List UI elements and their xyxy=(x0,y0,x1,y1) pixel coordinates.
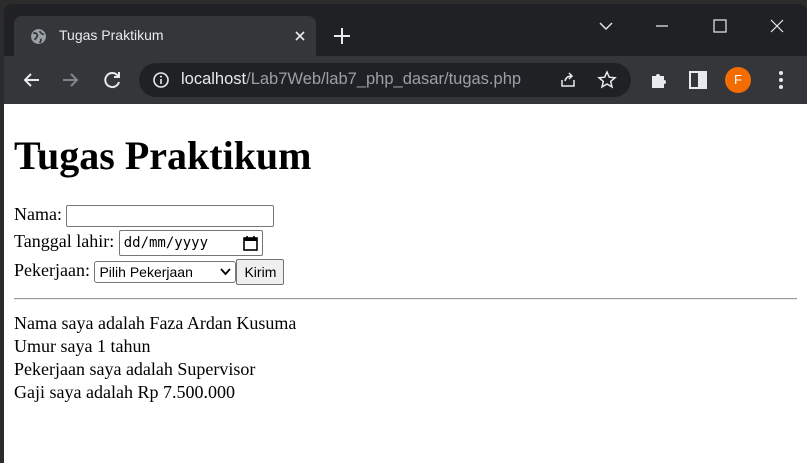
calendar-icon[interactable] xyxy=(242,235,258,251)
url-host: localhost xyxy=(181,70,247,88)
chevron-down-icon[interactable] xyxy=(588,8,624,44)
url-text: localhost/Lab7Web/lab7_php_dasar/tugas.p… xyxy=(181,70,521,89)
chevron-down-icon xyxy=(220,268,232,276)
close-icon[interactable] xyxy=(290,26,310,46)
window-close-icon[interactable] xyxy=(759,8,795,44)
maximize-icon[interactable] xyxy=(702,8,738,44)
tanggal-lahir-input[interactable]: dd/mm/yyyy xyxy=(118,230,263,256)
minimize-icon[interactable] xyxy=(644,8,680,44)
pekerjaan-label: Pekerjaan: xyxy=(14,260,90,281)
page-content: Tugas Praktikum Nama: Tanggal lahir: dd/… xyxy=(4,104,807,463)
url-path: /Lab7Web/lab7_php_dasar/tugas.php xyxy=(246,70,522,88)
tanggal-row: Tanggal lahir: dd/mm/yyyy xyxy=(14,230,263,256)
tab-title: Tugas Praktikum xyxy=(59,27,164,43)
browser-window: Tugas Praktikum localhost/Lab7Web/lab7_p… xyxy=(4,4,807,463)
nama-row: Nama: xyxy=(14,204,275,227)
page-title: Tugas Praktikum xyxy=(14,133,312,178)
address-bar[interactable]: localhost/Lab7Web/lab7_php_dasar/tugas.p… xyxy=(139,63,631,97)
share-icon[interactable] xyxy=(559,71,577,89)
nama-input[interactable] xyxy=(66,204,275,227)
divider xyxy=(14,298,797,300)
globe-icon xyxy=(31,29,46,44)
back-icon[interactable] xyxy=(18,66,46,94)
tab-active[interactable]: Tugas Praktikum xyxy=(14,16,316,56)
plus-icon[interactable] xyxy=(328,22,356,50)
info-icon[interactable] xyxy=(153,72,169,88)
puzzle-icon[interactable] xyxy=(647,68,671,92)
star-icon[interactable] xyxy=(597,70,617,90)
tab-bar: Tugas Praktikum xyxy=(4,4,807,56)
forward-icon[interactable] xyxy=(56,66,84,94)
reload-icon[interactable] xyxy=(98,66,126,94)
result-line-pekerjaan: Pekerjaan saya adalah Supervisor xyxy=(14,359,256,379)
kebab-menu-icon[interactable] xyxy=(769,68,793,92)
pekerjaan-select[interactable]: Pilih Pekerjaan xyxy=(94,261,237,283)
sidepanel-icon[interactable] xyxy=(686,68,710,92)
kirim-button[interactable]: Kirim xyxy=(236,259,285,285)
toolbar: localhost/Lab7Web/lab7_php_dasar/tugas.p… xyxy=(4,56,807,104)
tanggal-label: Tanggal lahir: xyxy=(14,231,115,252)
pekerjaan-row: Pekerjaan: Pilih Pekerjaan Kirim xyxy=(14,259,285,285)
pekerjaan-selected: Pilih Pekerjaan xyxy=(99,264,193,280)
date-placeholder: dd/mm/yyyy xyxy=(123,235,209,251)
profile-avatar[interactable]: F xyxy=(725,67,751,93)
result-line-gaji: Gaji saya adalah Rp 7.500.000 xyxy=(14,382,235,402)
result-line-nama: Nama saya adalah Faza Ardan Kusuma xyxy=(14,313,297,333)
result-line-umur: Umur saya 1 tahun xyxy=(14,336,151,356)
nama-label: Nama: xyxy=(14,204,62,224)
